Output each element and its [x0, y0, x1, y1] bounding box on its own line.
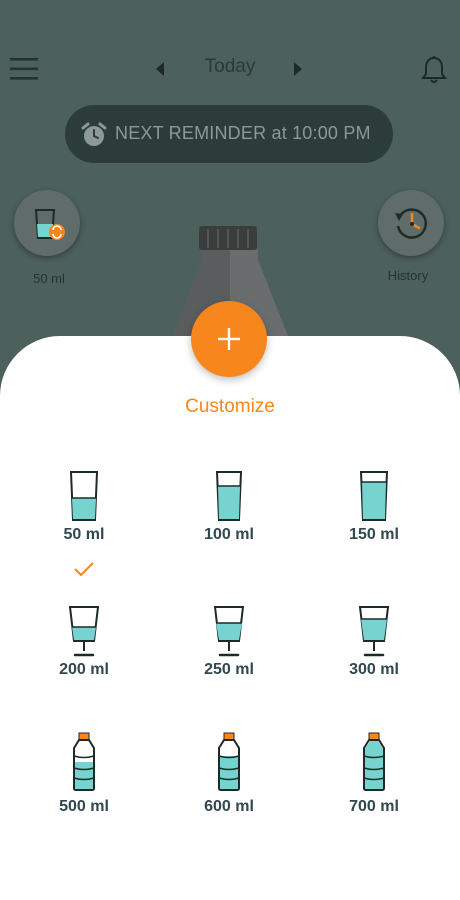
date-label: Today — [204, 56, 256, 77]
checkmark-icon — [74, 562, 94, 577]
next-reminder-pill[interactable]: NEXT REMINDER at 10:00 PM — [65, 105, 393, 163]
bottle-icon — [363, 732, 385, 791]
option-label: 150 ml — [349, 526, 399, 543]
goblet-icon — [214, 606, 244, 657]
option-500ml[interactable]: 500 ml — [24, 732, 144, 816]
glass-icon — [359, 471, 389, 521]
option-700ml[interactable]: 700 ml — [314, 732, 434, 816]
option-300ml[interactable]: 300 ml — [314, 603, 434, 678]
chevron-left-icon[interactable] — [154, 61, 166, 77]
chevron-right-icon[interactable] — [292, 61, 304, 77]
option-label: 200 ml — [59, 661, 109, 678]
customize-title[interactable]: Customize — [130, 396, 330, 418]
cup-switch-icon — [34, 209, 65, 240]
goblet-icon — [69, 606, 99, 657]
goblet-icon — [359, 606, 389, 657]
reminder-text: NEXT REMINDER at 10:00 PM — [115, 123, 371, 143]
add-water-button[interactable] — [191, 301, 267, 377]
menu-icon[interactable] — [10, 56, 38, 82]
option-150ml[interactable]: 150 ml — [314, 468, 434, 543]
option-label: 50 ml — [63, 526, 105, 543]
glass-icon — [69, 471, 99, 521]
bottle-icon — [218, 732, 240, 791]
option-label: 250 ml — [204, 661, 254, 678]
history-label: History — [387, 268, 429, 283]
option-600ml[interactable]: 600 ml — [169, 732, 289, 816]
cup-switch-button[interactable] — [14, 190, 80, 256]
option-100ml[interactable]: 100 ml — [169, 468, 289, 543]
cup-size-label: 50 ml — [33, 271, 65, 286]
option-200ml[interactable]: 200 ml — [24, 603, 144, 678]
bottle-icon — [73, 732, 95, 791]
glass-icon — [215, 471, 243, 521]
option-label: 100 ml — [204, 526, 254, 543]
history-button[interactable] — [378, 190, 444, 256]
bell-icon[interactable] — [421, 55, 447, 85]
history-clock-icon — [395, 208, 427, 239]
alarm-clock-icon — [81, 122, 107, 146]
option-250ml[interactable]: 250 ml — [169, 603, 289, 678]
plus-icon — [218, 328, 240, 350]
option-label: 700 ml — [349, 798, 399, 815]
option-label: 600 ml — [204, 798, 254, 815]
option-label: 300 ml — [349, 661, 399, 678]
option-50ml[interactable]: 50 ml — [24, 468, 144, 543]
option-label: 500 ml — [59, 798, 109, 815]
